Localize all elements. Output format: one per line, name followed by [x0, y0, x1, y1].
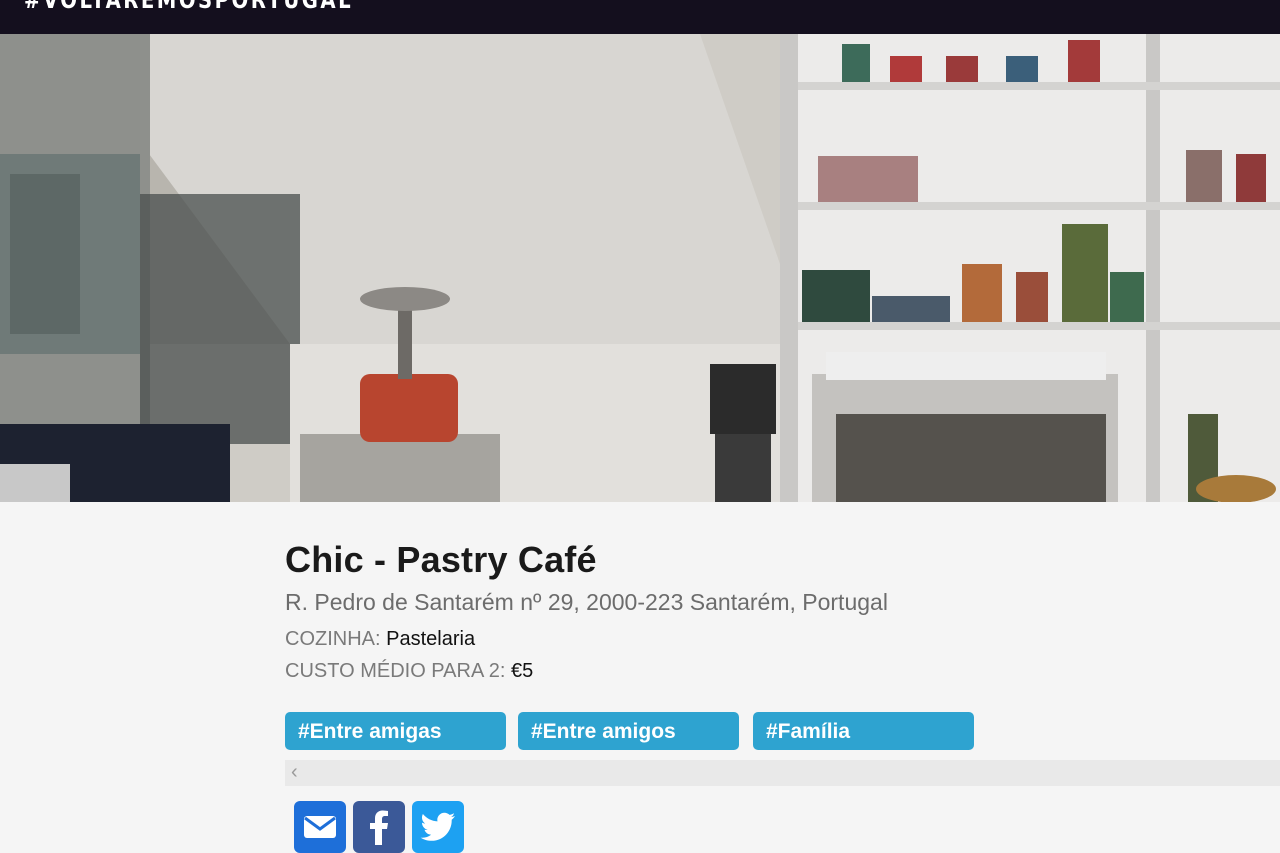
restaurant-details: Chic - Pastry Café R. Pedro de Santarém …: [285, 539, 1280, 853]
cost-row: CUSTO MÉDIO PARA 2: €5: [285, 660, 1280, 683]
hero-image: [0, 34, 1280, 502]
cuisine-value: Pastelaria: [386, 627, 476, 650]
cuisine-label: COZINHA:: [285, 627, 387, 650]
share-facebook-button[interactable]: [353, 801, 405, 853]
restaurant-name: Chic - Pastry Café: [285, 539, 597, 580]
share-email-button[interactable]: [294, 801, 346, 853]
tag-list: #Entre amigas #Entre amigos #Família: [285, 712, 1280, 750]
tag-entre-amigas[interactable]: #Entre amigas: [285, 712, 506, 750]
facebook-icon: [370, 810, 388, 845]
cost-label: CUSTO MÉDIO PARA 2:: [285, 659, 511, 682]
cafe-interior-photo: [0, 34, 1280, 502]
cuisine-row: COZINHA: Pastelaria: [285, 628, 1280, 651]
share-twitter-button[interactable]: [412, 801, 464, 853]
brand-hashtag[interactable]: #VOLTAREMOSPORTUGAL: [24, 0, 353, 14]
envelope-icon: [304, 816, 336, 838]
restaurant-address: R. Pedro de Santarém nº 29, 2000-223 San…: [285, 588, 888, 615]
tag-familia[interactable]: #Família: [753, 712, 974, 750]
scroll-left-arrow[interactable]: ‹: [291, 761, 298, 784]
twitter-icon: [420, 812, 455, 841]
tag-entre-amigos[interactable]: #Entre amigos: [518, 712, 739, 750]
top-bar: #VOLTAREMOSPORTUGAL: [0, 0, 1280, 34]
horizontal-scrollbar[interactable]: ‹: [285, 760, 1280, 786]
cost-value: €5: [510, 659, 534, 682]
